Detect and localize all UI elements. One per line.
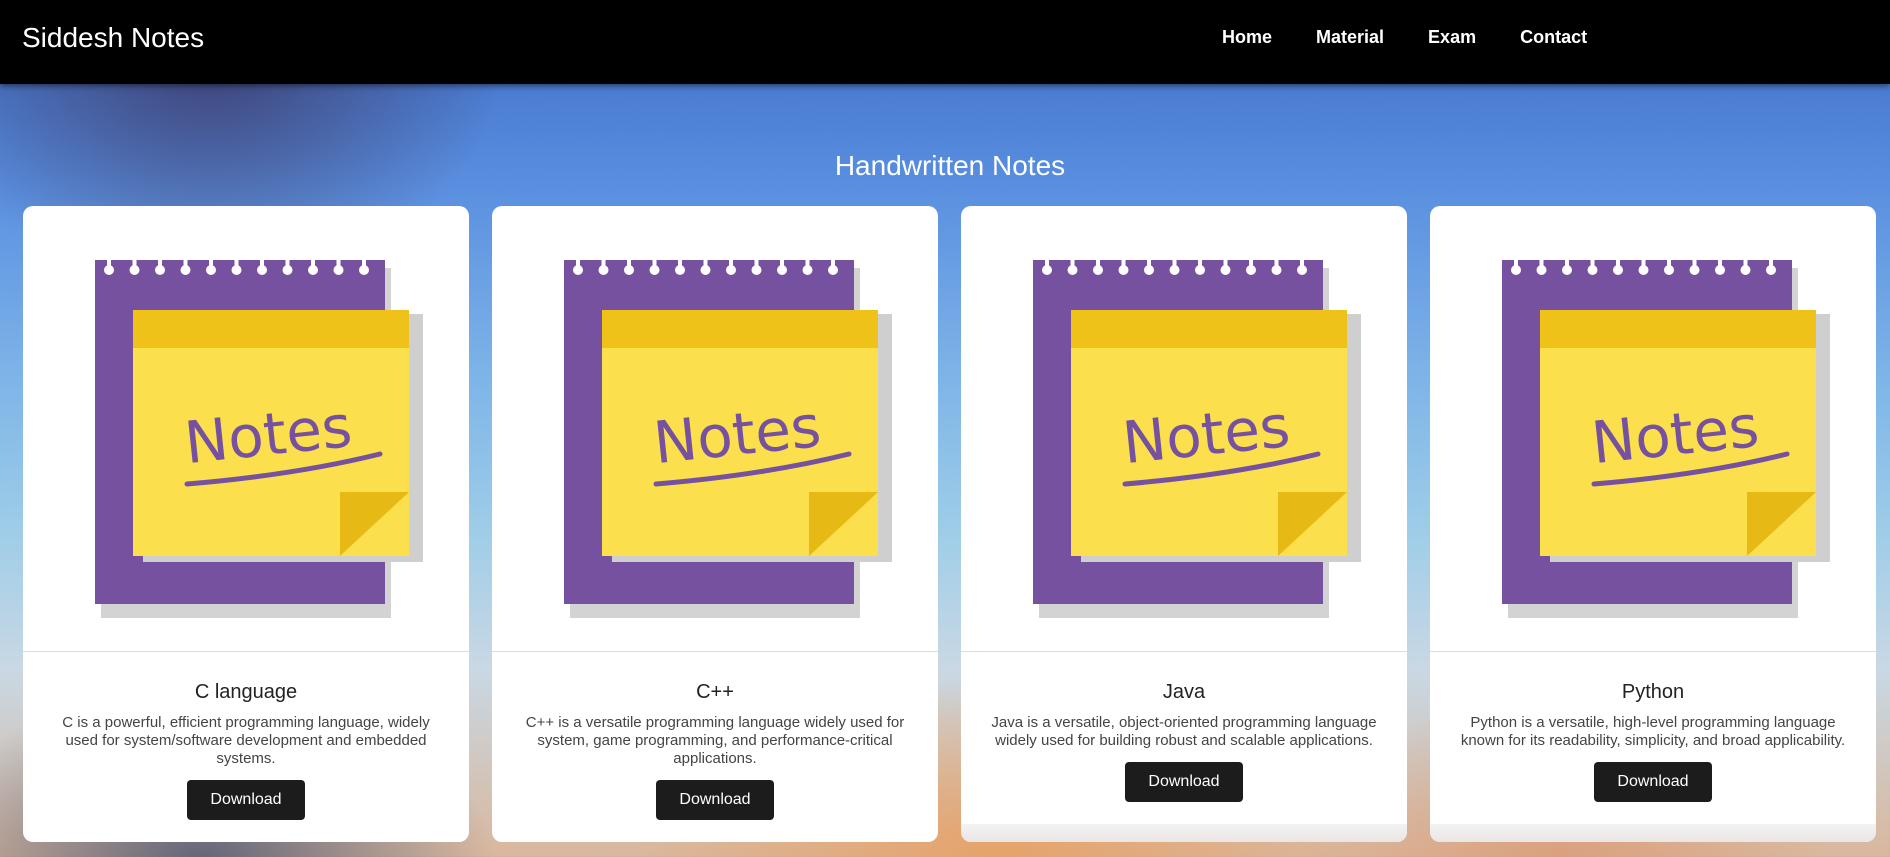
nav-link-home[interactable]: Home — [1222, 27, 1272, 48]
navbar: Siddesh Notes Home Material Exam Contact — [0, 0, 1890, 84]
card-description: Python is a versatile, high-level progra… — [1460, 714, 1846, 749]
card-title: C language — [194, 681, 298, 703]
nav-link-contact[interactable]: Contact — [1520, 27, 1587, 48]
nav-links: Home Material Exam Contact — [1222, 27, 1631, 48]
nav-link-exam[interactable]: Exam — [1428, 27, 1476, 48]
card-footer-band — [1430, 824, 1876, 842]
card-cpp: Notes C++ C++ is a versatile programming… — [492, 206, 938, 842]
card-description: C++ is a versatile programming language … — [525, 714, 905, 767]
card-image: Notes — [23, 206, 469, 652]
notes-illustration-icon: Notes — [95, 260, 423, 618]
section-title: Handwritten Notes — [834, 150, 1066, 181]
card-title: Python — [1621, 681, 1685, 703]
card-image: Notes — [961, 206, 1407, 652]
card-java: Notes Java Java is a versatile, object-o… — [961, 206, 1407, 842]
cards-row: Notes C language C is a powerful, effici… — [23, 206, 1876, 842]
notes-illustration-icon: Notes — [1033, 260, 1361, 618]
notes-illustration-icon: Notes — [1502, 260, 1830, 618]
download-button[interactable]: Download — [187, 780, 305, 820]
card-image: Notes — [492, 206, 938, 652]
card-c-language: Notes C language C is a powerful, effici… — [23, 206, 469, 842]
download-button[interactable]: Download — [656, 780, 774, 820]
card-title: Java — [1162, 681, 1206, 703]
card-footer-band — [961, 824, 1407, 842]
card-description: C is a powerful, efficient programming l… — [62, 714, 430, 767]
download-button[interactable]: Download — [1594, 762, 1712, 802]
card-title: C++ — [696, 681, 734, 703]
card-python: Notes Python Python is a versatile, high… — [1430, 206, 1876, 842]
nav-link-material[interactable]: Material — [1316, 27, 1384, 48]
download-button[interactable]: Download — [1125, 762, 1243, 802]
card-image: Notes — [1430, 206, 1876, 652]
card-description: Java is a versatile, object-oriented pro… — [991, 714, 1377, 749]
brand-logo-text[interactable]: Siddesh Notes — [22, 22, 204, 54]
notes-illustration-icon: Notes — [564, 260, 892, 618]
